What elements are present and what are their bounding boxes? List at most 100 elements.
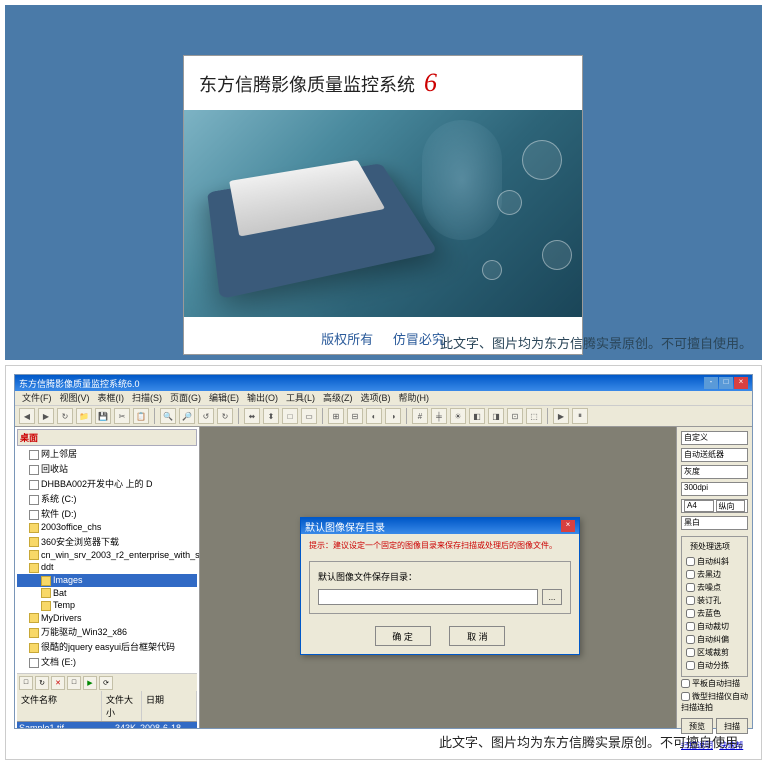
toolbar-button[interactable]: 🔍 [160, 408, 176, 424]
toolbar-button[interactable]: ⬌ [244, 408, 260, 424]
tree-node[interactable]: Bat [17, 587, 197, 600]
mode-select[interactable]: 黑白 [681, 516, 748, 530]
toolbar-button[interactable]: ↻ [57, 408, 73, 424]
menu-item[interactable]: 编辑(E) [206, 391, 242, 405]
toolbar-button[interactable]: ◐ [366, 408, 382, 424]
titlebar[interactable]: 东方信腾影像质量监控系统6.0 - □ × [15, 375, 752, 391]
dpi-select[interactable]: 300dpi [681, 482, 748, 496]
tool-icon[interactable]: □ [19, 676, 33, 690]
copyright-text: 版权所有 [321, 332, 373, 347]
maximize-button[interactable]: □ [719, 377, 733, 389]
menu-item[interactable]: 选项(B) [358, 391, 394, 405]
tool-icon[interactable]: □ [67, 676, 81, 690]
cancel-button[interactable]: 取 消 [449, 626, 505, 646]
tool-icon[interactable]: ✕ [51, 676, 65, 690]
toolbar-button[interactable]: ↻ [217, 408, 233, 424]
preprocess-option[interactable]: 自动纠斜 [686, 555, 743, 568]
toolbar-button[interactable]: 💾 [95, 408, 111, 424]
color-select[interactable]: 灰度 [681, 465, 748, 479]
toolbar-button[interactable]: □ [282, 408, 298, 424]
toolbar-button[interactable]: ⊞ [328, 408, 344, 424]
toolbar-button[interactable]: ⊡ [507, 408, 523, 424]
tree-node[interactable]: 回收站 [17, 461, 197, 476]
orientation-select[interactable]: 纵向 [716, 500, 746, 512]
tree-node[interactable]: 网上邻居 [17, 446, 197, 461]
tree-node[interactable]: 2003office_chs [17, 521, 197, 534]
col-date[interactable]: 日期 [142, 691, 197, 721]
tree-node[interactable]: 万能驱动_Win32_x86 [17, 624, 197, 639]
browse-button[interactable]: ... [542, 589, 562, 605]
toolbar-button[interactable]: ▭ [301, 408, 317, 424]
dialog-titlebar[interactable]: 默认图像保存目录 × [301, 518, 579, 534]
toolbar-button[interactable]: ✂ [114, 408, 130, 424]
tree-toolbar: □ ↻ ✕ □ ▶ ⟳ [17, 673, 197, 691]
menu-item[interactable]: 页面(G) [167, 391, 204, 405]
window-title: 东方信腾影像质量监控系统6.0 [19, 377, 140, 390]
preprocess-option[interactable]: 自动分拣 [686, 659, 743, 672]
menu-item[interactable]: 输出(O) [244, 391, 281, 405]
col-size[interactable]: 文件大小 [102, 691, 142, 721]
menu-item[interactable]: 扫描(S) [129, 391, 165, 405]
toolbar-button[interactable]: 📁 [76, 408, 92, 424]
menu-item[interactable]: 视图(V) [57, 391, 93, 405]
toolbar-button[interactable]: 🔎 [179, 408, 195, 424]
toolbar-button[interactable]: ☀ [450, 408, 466, 424]
tree-node[interactable]: 文档 (E:) [17, 654, 197, 669]
col-name[interactable]: 文件名称 [17, 691, 102, 721]
toolbar-button[interactable]: ↺ [198, 408, 214, 424]
mini-scanner-checkbox[interactable]: 微型扫描仪自动扫描连拍 [681, 690, 748, 714]
tree-node[interactable]: 系统 (C:) [17, 491, 197, 506]
toolbar-button[interactable]: # [412, 408, 428, 424]
tree-node[interactable]: Images [17, 574, 197, 587]
preprocess-option[interactable]: 自动纠偏 [686, 633, 743, 646]
toolbar-button[interactable]: ⬍ [263, 408, 279, 424]
preprocess-option[interactable]: 区域裁剪 [686, 646, 743, 659]
dialog-close-button[interactable]: × [561, 520, 575, 532]
watermark: 此文字、图片均为东方信腾实景原创。不可擅自使用。 [440, 333, 752, 352]
toolbar-button[interactable]: ⬚ [526, 408, 542, 424]
version-number: 6 [424, 68, 437, 97]
toolbar-button[interactable]: ◨ [488, 408, 504, 424]
tree-node[interactable]: 软件 (D:) [17, 506, 197, 521]
menu-item[interactable]: 表框(I) [95, 391, 128, 405]
file-list-header: 文件名称 文件大小 日期 [17, 691, 197, 722]
toolbar-button[interactable]: ◑ [385, 408, 401, 424]
tool-icon[interactable]: ↻ [35, 676, 49, 690]
menu-item[interactable]: 工具(L) [283, 391, 318, 405]
ok-button[interactable]: 确 定 [375, 626, 431, 646]
preprocess-option[interactable]: 装订孔 [686, 594, 743, 607]
scanner-select[interactable]: 自定义 [681, 431, 748, 445]
minimize-button[interactable]: - [704, 377, 718, 389]
toolbar-button[interactable]: 📋 [133, 408, 149, 424]
menu-item[interactable]: 高级(Z) [320, 391, 356, 405]
flatbed-auto-checkbox[interactable]: 平板自动扫描 [681, 677, 748, 690]
file-row[interactable]: Sample1.tif343K2008-6-18 [17, 722, 197, 728]
app-panel: 东方信腾影像质量监控系统6.0 - □ × 文件(F)视图(V)表框(I)扫描(… [5, 365, 762, 760]
menu-item[interactable]: 文件(F) [19, 391, 55, 405]
toolbar-button[interactable]: ▶ [553, 408, 569, 424]
toolbar-button[interactable]: ⊟ [347, 408, 363, 424]
tree-node[interactable]: DHBBA002开发中心 上的 D [17, 476, 197, 491]
tool-icon[interactable]: ⟳ [99, 676, 113, 690]
tool-icon[interactable]: ▶ [83, 676, 97, 690]
toolbar-button[interactable]: ╪ [431, 408, 447, 424]
toolbar-button[interactable]: ◀ [19, 408, 35, 424]
tree-node[interactable]: Temp [17, 599, 197, 612]
toolbar-button[interactable]: ⏸ [572, 408, 588, 424]
papersize-select[interactable]: A4 [684, 500, 714, 512]
preprocess-option[interactable]: 自动裁切 [686, 620, 743, 633]
tree-node[interactable]: MyDrivers [17, 612, 197, 625]
tree-node[interactable]: ddt [17, 561, 197, 574]
directory-input[interactable] [318, 589, 538, 605]
tree-node[interactable]: cn_win_srv_2003_r2_enterprise_with_sp2 [17, 549, 197, 562]
menu-item[interactable]: 帮助(H) [396, 391, 433, 405]
preprocess-option[interactable]: 去蓝色 [686, 607, 743, 620]
close-button[interactable]: × [734, 377, 748, 389]
toolbar-button[interactable]: ◧ [469, 408, 485, 424]
preprocess-option[interactable]: 去噪点 [686, 581, 743, 594]
preprocess-option[interactable]: 去黑边 [686, 568, 743, 581]
tree-node[interactable]: 360安全浏览器下载 [17, 534, 197, 549]
source-select[interactable]: 自动送纸器 [681, 448, 748, 462]
tree-node[interactable]: 很酷的jquery easyui后台框架代码 [17, 639, 197, 654]
toolbar-button[interactable]: ▶ [38, 408, 54, 424]
